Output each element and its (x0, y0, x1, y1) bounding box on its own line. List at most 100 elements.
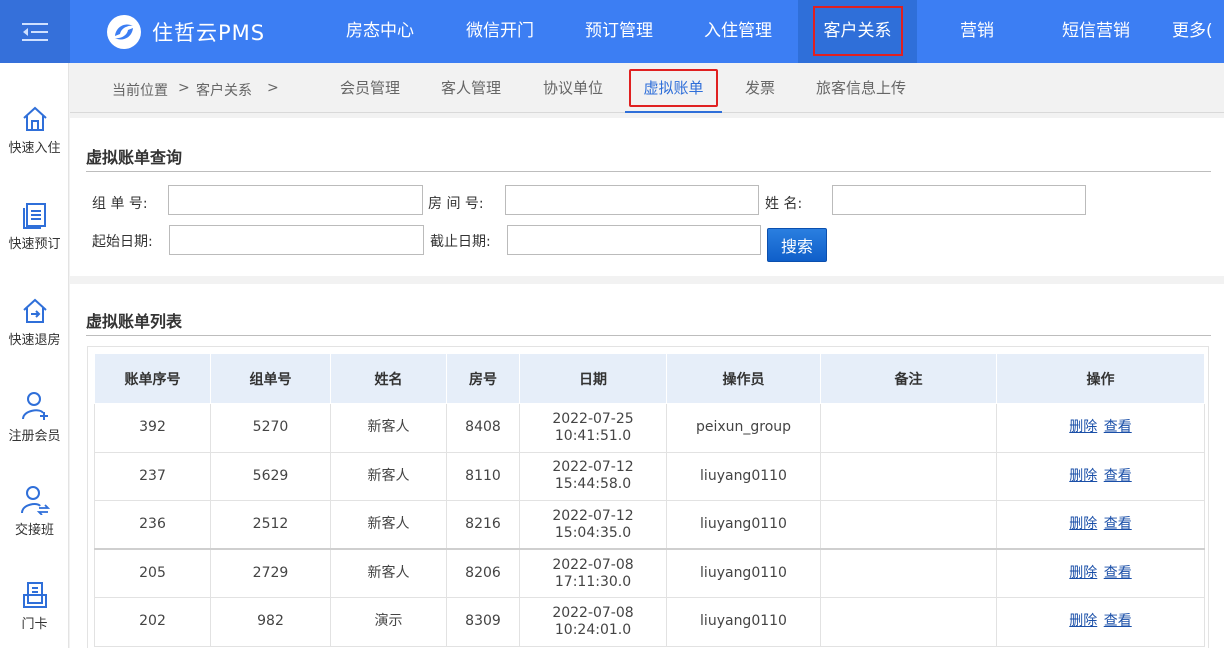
time-value: 15:44:58.0 (554, 476, 632, 493)
nav-reservation[interactable]: 预订管理 (569, 0, 669, 63)
room-no-label: 房 间 号: (428, 196, 484, 212)
time-value: 15:04:35.0 (554, 524, 632, 541)
nav-more[interactable]: 更多( (1172, 0, 1224, 63)
group-no-input[interactable] (168, 185, 423, 215)
cell-room: 8110 (446, 452, 520, 501)
cell-date: 2022-07-25 10:41:51.0 (519, 403, 667, 453)
sidebar-label: 快速预订 (8, 237, 61, 252)
nav-sms-marketing[interactable]: 短信营销 (1046, 0, 1146, 63)
cell-bill-id: 236 (94, 500, 211, 550)
cell-group-no: 982 (210, 597, 331, 647)
start-date-input[interactable] (169, 225, 424, 255)
breadcrumb-current: 当前位置 (112, 83, 168, 99)
column-header: 操作员 (666, 353, 821, 404)
table-header-row: 账单序号 组单号 姓名 房号 日期 操作员 备注 操作 (94, 353, 1205, 404)
cell-room: 8408 (446, 403, 520, 453)
divider (86, 335, 1211, 336)
brand[interactable]: 住哲云PMS (106, 14, 265, 50)
delete-link[interactable]: 删除 (1069, 565, 1097, 581)
logo-icon (107, 15, 141, 49)
column-header: 日期 (519, 353, 667, 404)
cell-bill-id: 392 (94, 403, 211, 453)
end-date-input[interactable] (507, 225, 761, 255)
time-value: 17:11:30.0 (554, 573, 632, 590)
room-no-input[interactable] (505, 185, 759, 215)
date-value: 2022-07-12 (552, 459, 634, 476)
sidebar-register-member[interactable]: 注册会员 (0, 391, 69, 487)
nav-customer-relations[interactable]: 客户关系 (798, 0, 917, 63)
tab-traveler-upload[interactable]: 旅客信息上传 (815, 63, 907, 113)
cell-name: 新客人 (330, 452, 447, 501)
time-value: 10:24:01.0 (554, 621, 632, 638)
cell-operator: peixun_group (666, 403, 821, 453)
view-link[interactable]: 查看 (1104, 565, 1132, 581)
sidebar-label: 交接班 (14, 523, 54, 538)
cell-note (820, 500, 997, 550)
tab-virtual-bill[interactable]: 虚拟账单 (625, 63, 722, 113)
sidebar-door-card[interactable]: 门卡 (0, 581, 69, 648)
tab-contract-units[interactable]: 协议单位 (538, 63, 608, 113)
cell-group-no: 5629 (210, 452, 331, 501)
view-link[interactable]: 查看 (1104, 468, 1132, 484)
booking-icon (22, 203, 46, 229)
delete-link[interactable]: 删除 (1069, 419, 1097, 435)
cell-note (820, 549, 997, 598)
cell-room: 8216 (446, 500, 520, 550)
cell-bill-id: 205 (94, 549, 211, 598)
column-header: 房号 (446, 353, 520, 404)
sidebar-shift-handover[interactable]: 交接班 (0, 485, 69, 581)
menu-toggle-button[interactable] (0, 0, 70, 63)
tab-member-management[interactable]: 会员管理 (335, 63, 405, 113)
cell-name: 演示 (330, 597, 447, 647)
breadcrumb-section[interactable]: 客户关系 (196, 80, 252, 100)
cell-group-no: 5270 (210, 403, 331, 453)
sidebar-quick-checkin[interactable]: 快速入住 (0, 105, 69, 201)
cell-group-no: 2729 (210, 549, 331, 598)
delete-link[interactable]: 删除 (1069, 613, 1097, 629)
nav-marketing[interactable]: 营销 (937, 0, 1017, 63)
cell-bill-id: 237 (94, 452, 211, 501)
column-header: 操作 (996, 353, 1205, 404)
list-title: 虚拟账单列表 (86, 312, 183, 331)
sidebar-quick-booking[interactable]: 快速预订 (0, 201, 69, 297)
cell-actions: 删除 查看 (996, 403, 1205, 453)
view-link[interactable]: 查看 (1104, 613, 1132, 629)
cell-note (820, 452, 997, 501)
top-bar: 住哲云PMS 房态中心 微信开门 预订管理 入住管理 客户关系 营销 短信营销 … (0, 0, 1224, 63)
sub-navigation: 当前位置 > 客户关系 > 会员管理 客人管理 协议单位 虚拟账单 发票 旅客信… (70, 63, 1224, 113)
name-label: 姓 名: (765, 196, 803, 212)
date-value: 2022-07-08 (552, 556, 634, 573)
breadcrumb-separator: > (267, 80, 279, 96)
end-date-label: 截止日期: (430, 234, 491, 250)
sidebar-label: 快速退房 (8, 333, 61, 348)
cell-actions: 删除 查看 (996, 597, 1205, 647)
view-link[interactable]: 查看 (1104, 419, 1132, 435)
cell-date: 2022-07-08 17:11:30.0 (519, 549, 667, 598)
nav-checkin[interactable]: 入住管理 (688, 0, 788, 63)
query-panel: 虚拟账单查询 组 单 号: 房 间 号: 姓 名: 起始日期: 截止日期: 搜索 (70, 118, 1224, 276)
query-title: 虚拟账单查询 (86, 148, 183, 167)
cell-group-no: 2512 (210, 500, 331, 550)
delete-link[interactable]: 删除 (1069, 516, 1097, 532)
card-icon (22, 582, 47, 608)
nav-customer-relations-label: 客户关系 (812, 6, 903, 56)
cell-actions: 删除 查看 (996, 500, 1205, 550)
time-value: 10:41:51.0 (554, 427, 632, 444)
delete-link[interactable]: 删除 (1069, 468, 1097, 484)
search-button[interactable]: 搜索 (767, 228, 827, 262)
column-header: 备注 (820, 353, 997, 404)
column-header: 姓名 (330, 353, 447, 404)
shift-icon (20, 486, 50, 515)
tab-guest-management[interactable]: 客人管理 (436, 63, 506, 113)
bill-table-container: 账单序号 组单号 姓名 房号 日期 操作员 备注 操作 392 5270 新客人… (87, 346, 1209, 648)
breadcrumb-separator: > (178, 80, 190, 96)
view-link[interactable]: 查看 (1104, 516, 1132, 532)
nav-room-status[interactable]: 房态中心 (330, 0, 430, 63)
list-panel: 虚拟账单列表 账单序号 组单号 姓名 房号 日期 操作员 备注 操作 392 5… (70, 284, 1224, 648)
nav-wechat-door[interactable]: 微信开门 (450, 0, 550, 63)
sidebar-quick-checkout[interactable]: 快速退房 (0, 297, 69, 393)
name-input[interactable] (832, 185, 1086, 215)
quick-actions-sidebar: 快速入住 快速预订 快速退房 注册会员 交接班 门卡 (0, 63, 69, 648)
tab-invoice[interactable]: 发票 (742, 63, 778, 113)
column-header: 账单序号 (94, 353, 211, 404)
